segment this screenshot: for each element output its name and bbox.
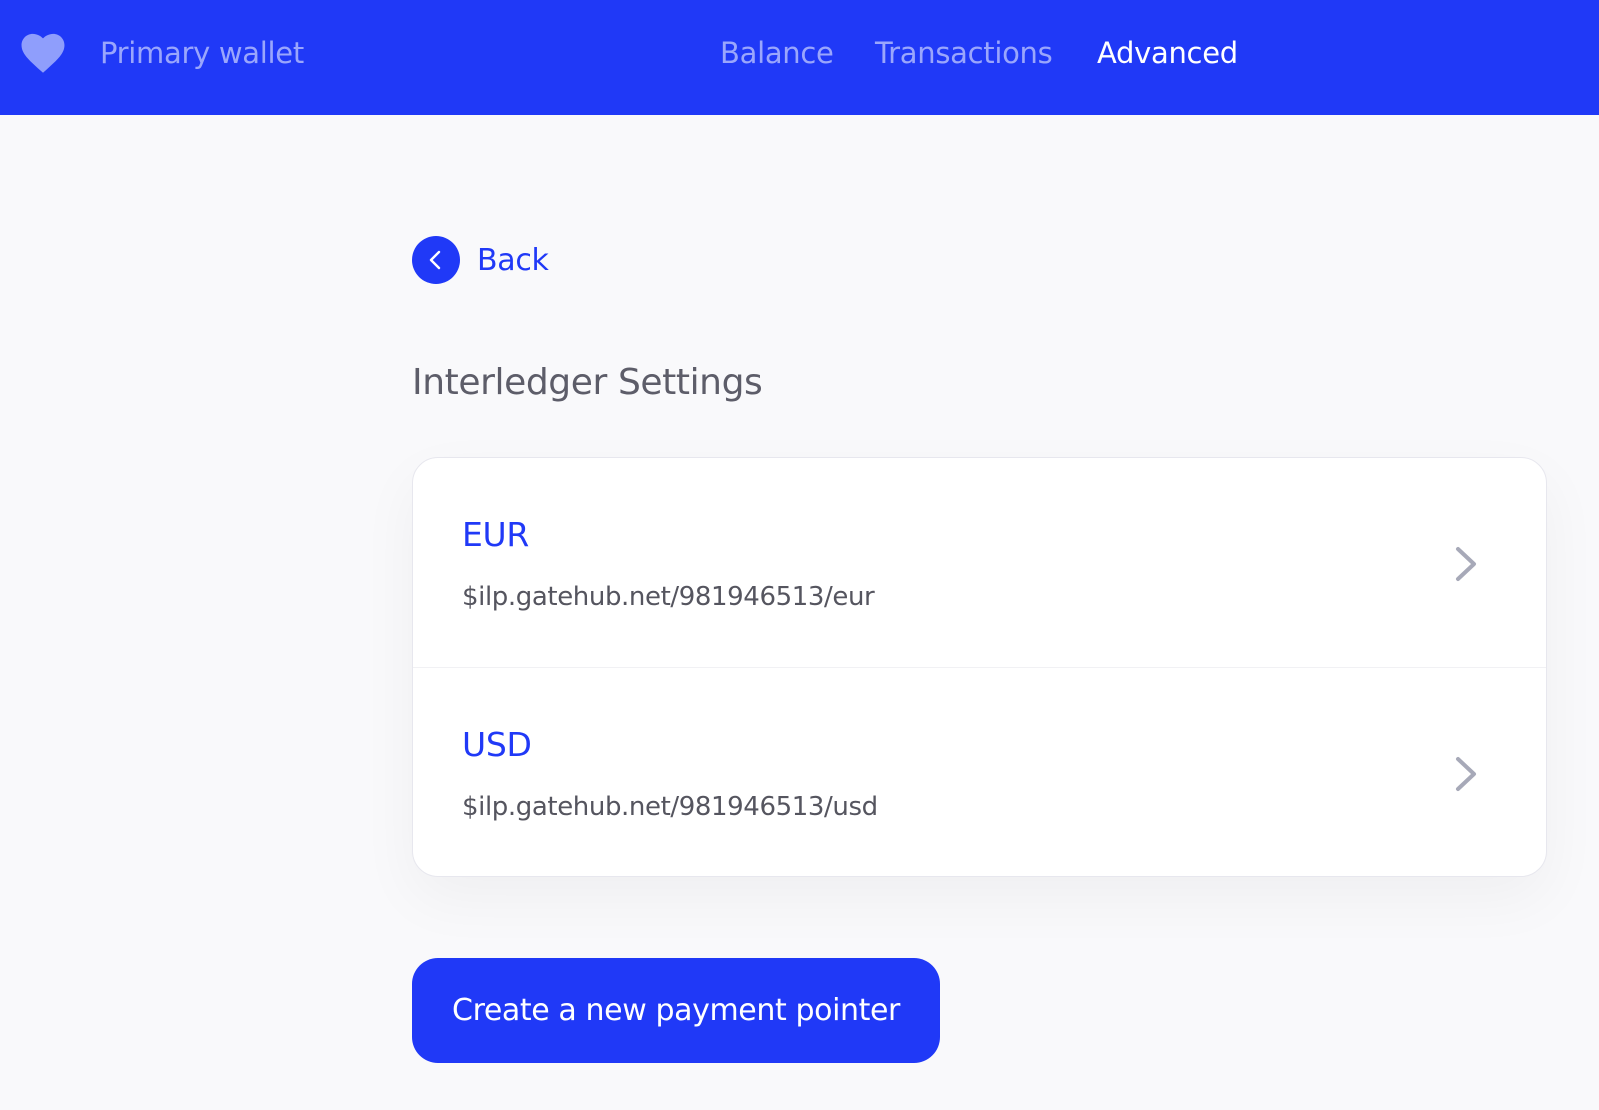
page-title: Interledger Settings	[412, 362, 763, 403]
currency-code: USD	[462, 725, 532, 764]
payment-pointer-text: $ilp.gatehub.net/981946513/usd	[462, 792, 878, 822]
payment-pointer-text: $ilp.gatehub.net/981946513/eur	[462, 582, 875, 612]
nav-transactions[interactable]: Transactions	[875, 36, 1053, 70]
heart-icon[interactable]	[20, 31, 66, 75]
nav-advanced[interactable]: Advanced	[1097, 36, 1238, 70]
top-navigation-bar: Primary wallet Balance Transactions Adva…	[0, 0, 1599, 115]
create-payment-pointer-button[interactable]: Create a new payment pointer	[412, 958, 940, 1063]
payment-pointer-row-usd[interactable]: USD $ilp.gatehub.net/981946513/usd	[413, 667, 1546, 876]
chevron-left-icon	[429, 250, 441, 270]
chevron-right-icon[interactable]	[1450, 543, 1480, 585]
chevron-right-icon[interactable]	[1450, 753, 1480, 795]
payment-pointer-row-eur[interactable]: EUR $ilp.gatehub.net/981946513/eur	[413, 458, 1546, 667]
payment-pointer-list: EUR $ilp.gatehub.net/981946513/eur USD $…	[412, 457, 1547, 877]
back-button[interactable]: Back	[412, 236, 549, 284]
wallet-name: Primary wallet	[100, 36, 304, 70]
currency-code: EUR	[462, 515, 530, 554]
back-label[interactable]: Back	[477, 243, 549, 278]
back-circle[interactable]	[412, 236, 460, 284]
nav-balance[interactable]: Balance	[720, 36, 834, 70]
